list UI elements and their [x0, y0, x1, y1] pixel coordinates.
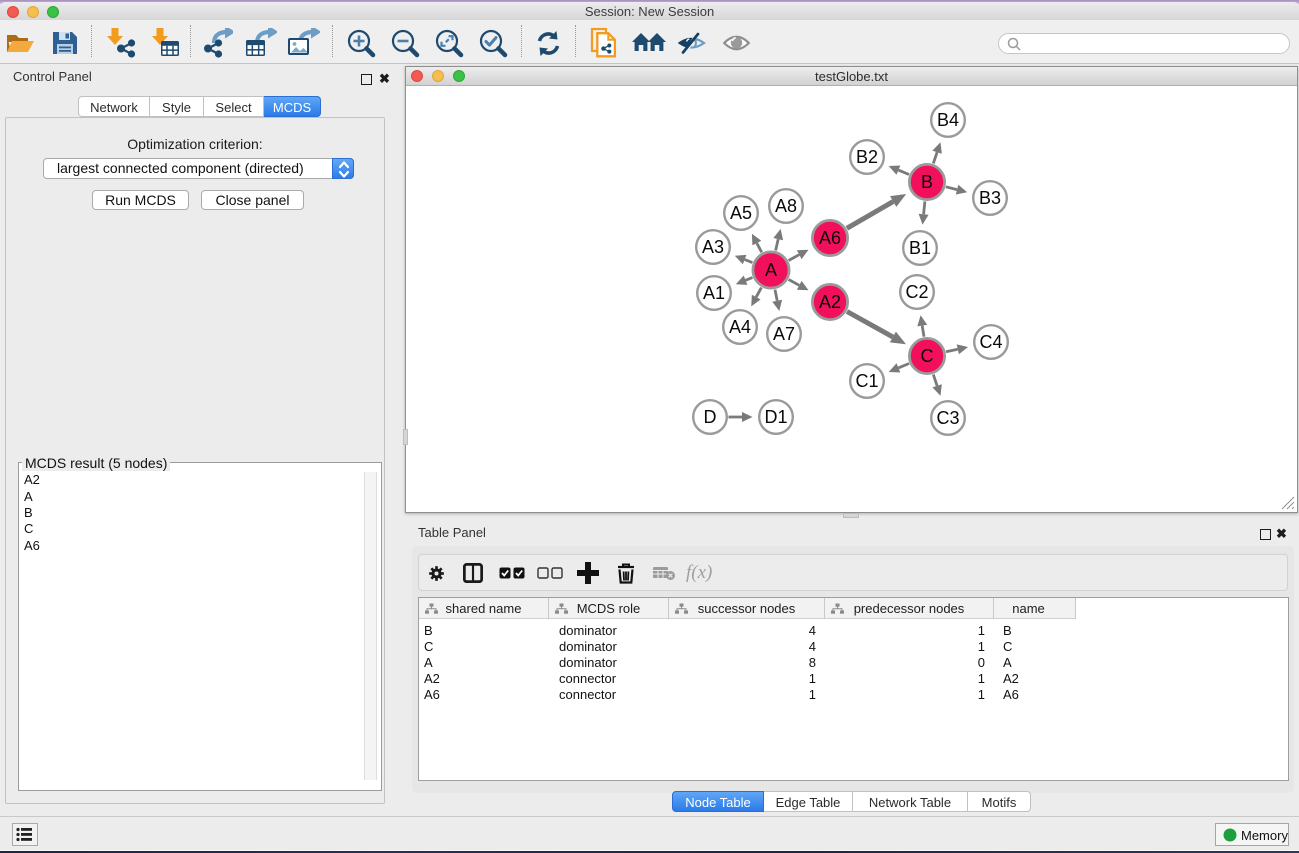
svg-text:B2: B2	[856, 147, 878, 167]
svg-text:A6: A6	[819, 228, 841, 248]
svg-text:B1: B1	[909, 238, 931, 258]
svg-text:B: B	[921, 172, 933, 192]
svg-text:C1: C1	[855, 371, 878, 391]
svg-text:A5: A5	[730, 203, 752, 223]
svg-text:C3: C3	[936, 408, 959, 428]
svg-text:A1: A1	[703, 283, 725, 303]
svg-text:f(x): f(x)	[686, 563, 712, 583]
svg-text:A3: A3	[702, 237, 724, 257]
svg-text:A8: A8	[775, 196, 797, 216]
svg-text:D: D	[704, 407, 717, 427]
svg-text:A: A	[765, 260, 777, 280]
svg-text:C2: C2	[905, 282, 928, 302]
svg-text:B3: B3	[979, 188, 1001, 208]
svg-text:B4: B4	[937, 110, 959, 130]
svg-text:C4: C4	[979, 332, 1002, 352]
svg-text:A2: A2	[819, 292, 841, 312]
svg-text:D1: D1	[764, 407, 787, 427]
svg-text:A7: A7	[773, 324, 795, 344]
svg-text:C: C	[921, 346, 934, 366]
svg-text:A4: A4	[729, 317, 751, 337]
